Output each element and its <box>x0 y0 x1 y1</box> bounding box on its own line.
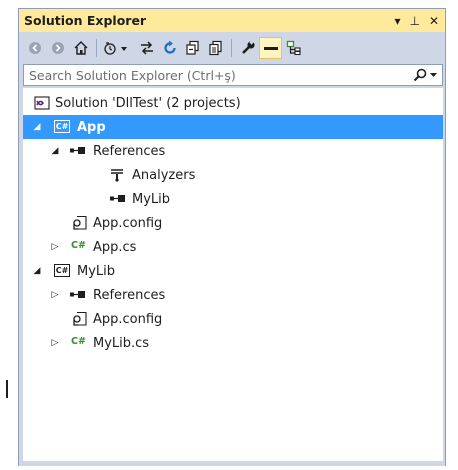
toolbar-separator <box>96 38 97 57</box>
mylib-app-config-label: App.config <box>93 311 163 327</box>
clock-filter-icon <box>104 41 127 55</box>
show-all-files-icon <box>208 40 222 55</box>
mylib-project-label: MyLib <box>77 263 116 279</box>
home-icon <box>74 41 87 55</box>
class-view-button[interactable] <box>282 37 305 59</box>
collapsed-arrow-icon[interactable]: ▷ <box>50 242 60 252</box>
refresh-button[interactable] <box>158 37 181 59</box>
expanded-arrow-icon[interactable]: ◢ <box>50 146 60 156</box>
sync-arrows-icon <box>140 40 153 55</box>
solution-tree[interactable]: Solution 'DllTest' (2 projects) ◢ C# App… <box>23 88 443 461</box>
chevron-down-icon <box>430 72 437 77</box>
tree-item-mylib-app-config[interactable]: App.config <box>23 307 443 331</box>
expanded-arrow-icon[interactable]: ◢ <box>32 266 42 276</box>
tree-item-mylib-project[interactable]: ◢ C# MyLib <box>23 259 443 283</box>
tree-item-app-config[interactable]: App.config <box>23 211 443 235</box>
mylib-cs-label: MyLib.cs <box>93 335 150 351</box>
tree-item-app-project[interactable]: ◢ C# App <box>23 115 443 139</box>
tree-item-mylib-cs[interactable]: ▷ C# MyLib.cs <box>23 331 443 355</box>
mylib-references-label: References <box>93 287 166 303</box>
pin-icon[interactable]: ⊥ <box>409 14 419 28</box>
references-icon <box>70 291 86 299</box>
search-icon <box>413 68 427 82</box>
wrench-icon <box>241 39 255 54</box>
app-cs-label: App.cs <box>93 239 137 255</box>
mylib-reference-label: MyLib <box>132 191 171 207</box>
forward-button[interactable] <box>46 37 69 59</box>
tree-item-app-cs[interactable]: ▷ C# App.cs <box>23 235 443 259</box>
csharp-file-icon: C# <box>71 336 86 347</box>
solution-explorer-window: Solution Explorer ▾ ⊥ ✕ Search Solution … <box>18 8 446 466</box>
class-view-icon <box>286 40 301 55</box>
search-box[interactable]: Search Solution Explorer (Ctrl+ş) <box>23 64 443 86</box>
reference-icon <box>110 195 126 203</box>
config-file-icon <box>72 215 88 231</box>
expanded-arrow-icon[interactable]: ◢ <box>32 122 42 132</box>
toolbar-separator <box>231 38 232 57</box>
collapsed-arrow-icon[interactable]: ▷ <box>50 290 60 300</box>
analyzers-label: Analyzers <box>132 167 196 183</box>
collapse-all-icon <box>185 40 199 55</box>
csharp-project-icon: C# <box>54 120 70 133</box>
window-title: Solution Explorer <box>24 13 147 28</box>
tree-item-mylib-references[interactable]: ▷ References <box>23 283 443 307</box>
properties-button[interactable] <box>236 37 259 59</box>
csharp-file-icon: C# <box>71 240 86 251</box>
show-all-files-button[interactable] <box>204 37 227 59</box>
tree-item-mylib-reference[interactable]: MyLib <box>23 187 443 211</box>
csharp-project-icon: C# <box>54 264 70 277</box>
preview-selected-items-button[interactable] <box>259 36 282 59</box>
references-label: References <box>93 143 166 159</box>
tree-item-analyzers[interactable]: Analyzers <box>23 163 443 187</box>
window-bottom-border <box>19 461 445 466</box>
analyzers-icon <box>110 168 124 182</box>
title-bar: Solution Explorer ▾ ⊥ ✕ <box>19 9 445 32</box>
references-icon <box>70 147 86 155</box>
app-config-label: App.config <box>93 215 163 231</box>
sync-with-active-document-button[interactable] <box>135 37 158 59</box>
pending-changes-filter-button[interactable] <box>101 37 135 59</box>
close-icon[interactable]: ✕ <box>429 14 439 28</box>
caret-mark <box>6 380 8 398</box>
back-icon <box>28 41 41 54</box>
window-position-dropdown-icon[interactable]: ▾ <box>394 14 400 28</box>
forward-icon <box>51 41 64 54</box>
config-file-icon <box>72 311 88 327</box>
app-project-label: App <box>77 119 106 135</box>
search-input[interactable]: Search Solution Explorer (Ctrl+ş) <box>29 68 236 83</box>
preview-selected-icon <box>263 46 278 50</box>
refresh-icon <box>163 40 176 54</box>
search-options[interactable] <box>413 68 442 82</box>
tree-item-app-references[interactable]: ◢ References <box>23 139 443 163</box>
solution-icon <box>34 95 50 111</box>
collapsed-arrow-icon[interactable]: ▷ <box>50 338 60 348</box>
back-button[interactable] <box>23 37 46 59</box>
home-button[interactable] <box>69 37 92 59</box>
collapse-all-button[interactable] <box>181 37 204 59</box>
solution-label: Solution 'DllTest' (2 projects) <box>55 95 241 111</box>
toolbar <box>19 32 445 63</box>
tree-item-solution[interactable]: Solution 'DllTest' (2 projects) <box>23 91 443 115</box>
